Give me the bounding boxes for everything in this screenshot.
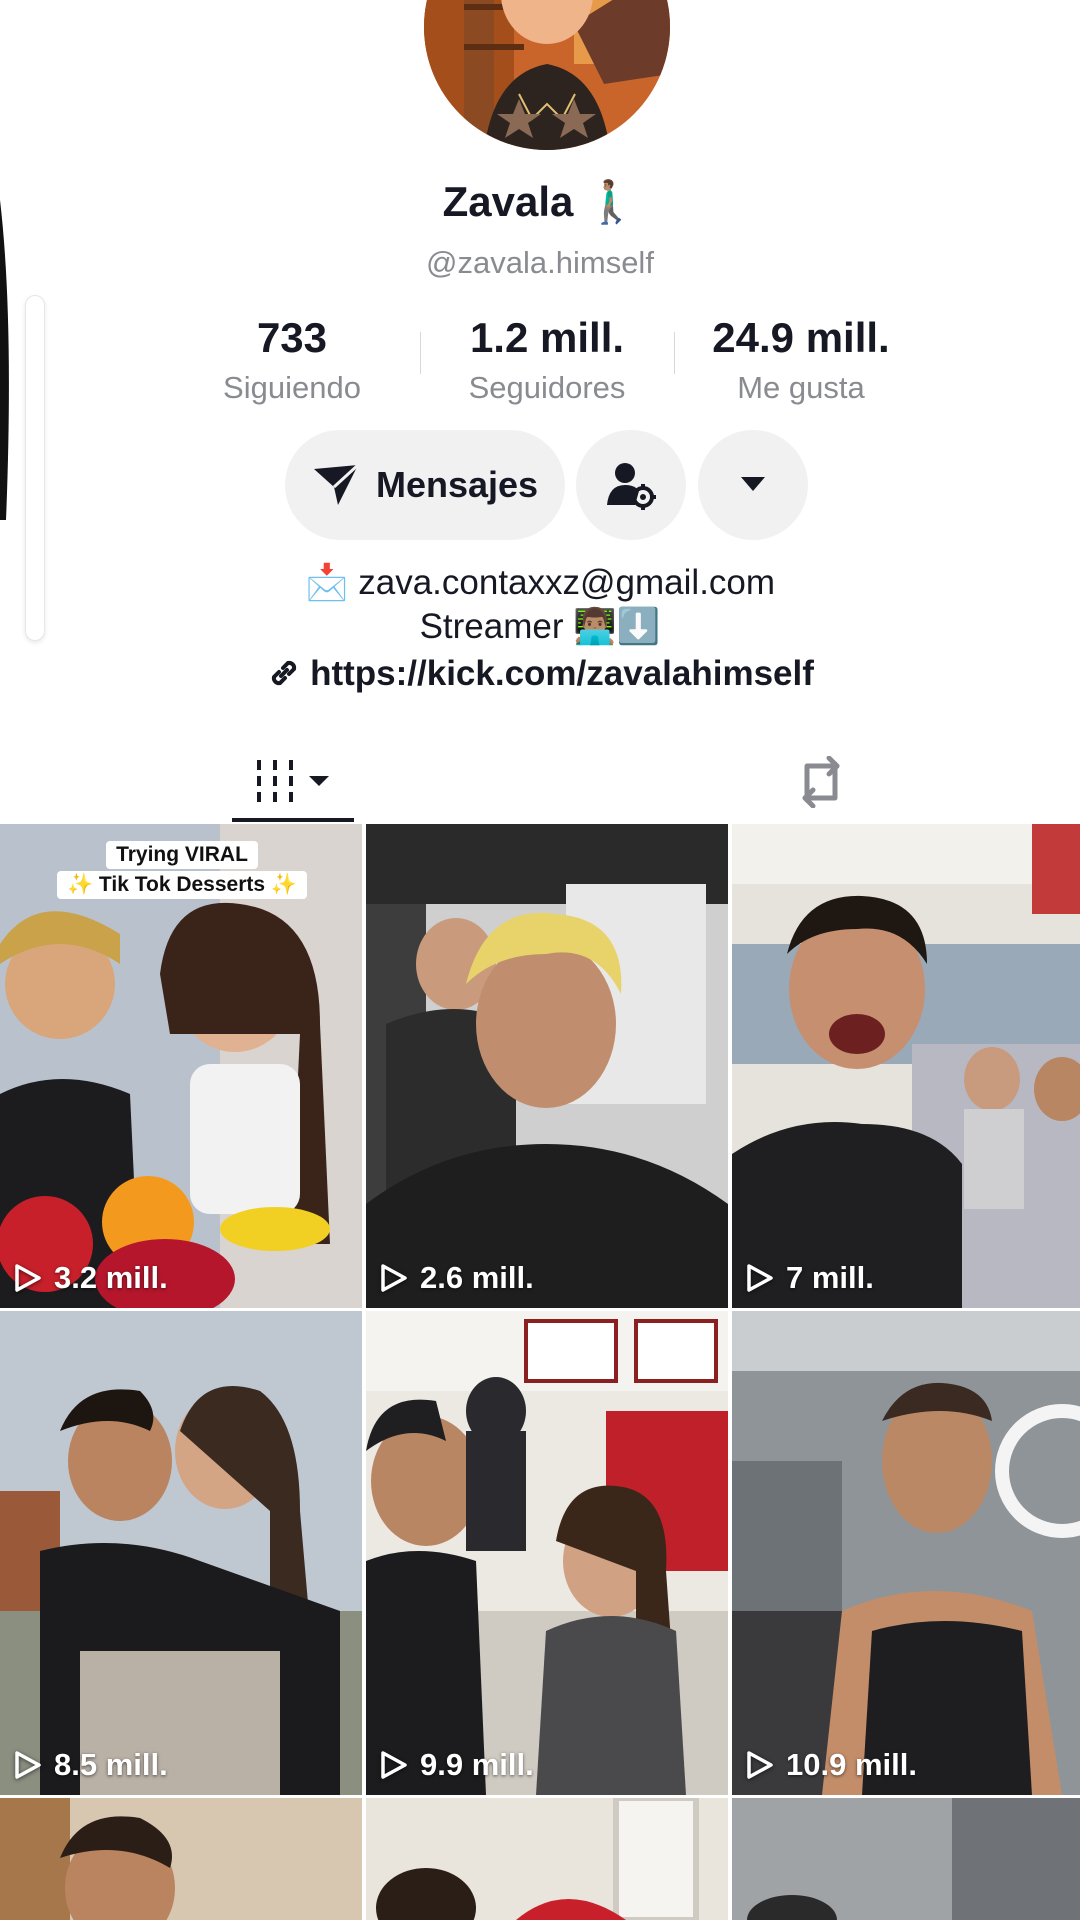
stat-label: Seguidores: [468, 370, 626, 405]
stat-label: Me gusta: [737, 370, 865, 405]
video-thumbnail[interactable]: 7 mill.: [732, 824, 1080, 1308]
stat-divider: [420, 332, 421, 374]
link-icon: [271, 660, 297, 686]
tab-videos[interactable]: [232, 742, 354, 822]
play-icon: [381, 1751, 407, 1779]
view-count: 8.5 mill.: [14, 1747, 168, 1783]
active-tab-indicator: [232, 818, 354, 822]
stat-value: 24.9 mill.: [712, 314, 890, 361]
play-icon: [381, 1264, 407, 1292]
video-thumbnail[interactable]: 10.9 mill.: [732, 1311, 1080, 1795]
bio-email: 📩 zava.contaxxz@gmail.com: [304, 563, 776, 602]
view-count-text: 10.9 mill.: [786, 1747, 917, 1782]
send-icon: [313, 463, 359, 505]
video-grid-icon: [257, 760, 329, 802]
play-icon: [15, 1264, 41, 1292]
video-caption-line: Trying VIRAL: [106, 841, 258, 869]
view-count-text: 7 mill.: [786, 1260, 874, 1295]
bio-link-text: https://kick.com/zavalahimself: [310, 654, 814, 693]
stat-following[interactable]: 733 Siguiendo: [172, 312, 412, 408]
caret-down-icon: [741, 477, 765, 491]
tab-reposts[interactable]: [760, 742, 882, 822]
video-thumbnail[interactable]: [366, 1798, 728, 1920]
messages-button-label: Mensajes: [375, 464, 539, 505]
view-count-text: 3.2 mill.: [54, 1260, 168, 1295]
video-thumbnail[interactable]: 9.9 mill.: [366, 1311, 728, 1795]
video-thumbnail[interactable]: 2.6 mill.: [366, 824, 728, 1308]
stat-label: Siguiendo: [223, 370, 361, 405]
video-thumbnail[interactable]: Trying VIRAL ✨ Tik Tok Desserts ✨ 3.2 mi…: [0, 824, 362, 1308]
stat-value: 733: [256, 314, 328, 361]
username-handle: @zavala.himself: [426, 245, 654, 280]
stat-followers[interactable]: 1.2 mill. Seguidores: [427, 312, 667, 408]
video-thumbnail[interactable]: [732, 1798, 1080, 1920]
view-count: 10.9 mill.: [746, 1747, 917, 1783]
video-caption-line: ✨ Tik Tok Desserts ✨: [56, 871, 308, 899]
view-count: 2.6 mill.: [380, 1260, 534, 1296]
play-icon: [15, 1751, 41, 1779]
more-options-button[interactable]: [698, 430, 808, 540]
view-count-text: 2.6 mill.: [420, 1260, 534, 1295]
person-gear-icon: [607, 463, 656, 510]
video-thumbnail[interactable]: 8.5 mill.: [0, 1311, 362, 1795]
view-count: 7 mill.: [746, 1260, 874, 1296]
repost-icon: [802, 756, 840, 808]
stat-divider: [674, 332, 675, 374]
avatar[interactable]: [424, 0, 670, 150]
stat-likes[interactable]: 24.9 mill. Me gusta: [681, 312, 921, 408]
bio-role: Streamer 👨🏽‍💻⬇️: [419, 607, 661, 646]
friend-settings-button[interactable]: [576, 430, 686, 540]
view-count-text: 9.9 mill.: [420, 1747, 534, 1782]
play-icon: [747, 1264, 773, 1292]
play-icon: [747, 1751, 773, 1779]
video-thumbnail[interactable]: [0, 1798, 362, 1920]
bio-link[interactable]: https://kick.com/zavalahimself: [0, 654, 1080, 694]
display-name: Zavala 🚶🏽‍♂️: [442, 178, 638, 225]
video-caption: Trying VIRAL ✨ Tik Tok Desserts ✨: [54, 840, 310, 900]
messages-button[interactable]: Mensajes: [285, 430, 565, 540]
stat-value: 1.2 mill.: [469, 314, 625, 361]
view-count: 9.9 mill.: [380, 1747, 534, 1783]
view-count: 3.2 mill.: [14, 1260, 168, 1296]
view-count-text: 8.5 mill.: [54, 1747, 168, 1782]
